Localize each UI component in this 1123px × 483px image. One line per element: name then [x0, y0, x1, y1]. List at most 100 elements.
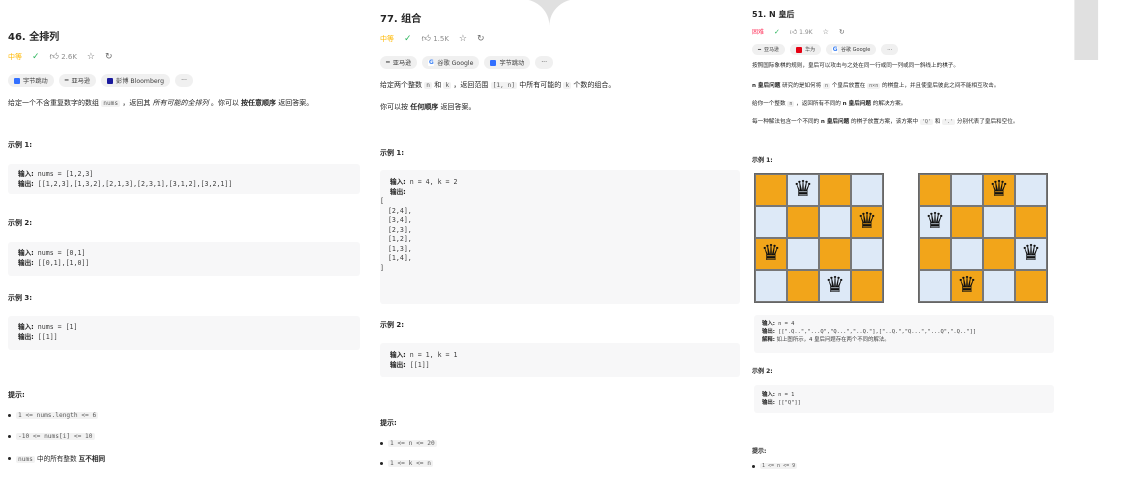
example-2-box: 输入: nums = [0,1] 输出: [[0,1],[1,0]]: [8, 242, 360, 276]
example-output: [["Q"]]: [774, 400, 801, 406]
input-label: 输入:: [18, 249, 34, 257]
inline-code: k: [443, 82, 452, 89]
bullet-dot: [380, 462, 383, 465]
board-square: [983, 238, 1015, 270]
board-square: [819, 174, 851, 206]
desc-text: 返回答案。: [438, 103, 476, 111]
explanation-label: 解释:: [762, 337, 775, 343]
inline-code: '.': [942, 119, 956, 125]
tag-google[interactable]: G 谷歌 Google: [826, 44, 877, 55]
problem-description-3: 给你一个整数 n ，返回所有不同的 n 皇后问题 的解决方案。: [752, 100, 1120, 109]
tag-amazon[interactable]: ━ 亚马逊: [58, 74, 97, 87]
thumbs-up-icon: 👍︎: [49, 52, 59, 62]
board-square: [851, 238, 883, 270]
example-input: n = 4, k = 2: [405, 178, 458, 186]
example-1-box: 输入: n = 4, k = 2 输出: [ [2,4], [3,4], [2,…: [380, 170, 740, 304]
desc-text: 返回答案。: [276, 99, 314, 107]
example-1-box: 输入: nums = [1,2,3] 输出: [[1,2,3],[1,3,2],…: [8, 164, 360, 194]
tag-amazon[interactable]: ━ 亚马逊: [380, 56, 418, 69]
desc-text: 。你可以: [208, 99, 242, 107]
like-count: 1.5K: [433, 35, 449, 43]
problem-description-2: 你可以按 任何顺序 返回答案。: [380, 101, 740, 113]
bullet-dot: [380, 442, 383, 445]
problem-description: 按照国际象棋的规则，皇后可以攻击与之处在同一行或同一列或同一斜线上的棋子。: [752, 63, 959, 69]
problem-meta: 困难 ✓ 👍︎ 1.9K ☆ ↻: [752, 27, 845, 37]
hint-text: 中的所有整数: [34, 455, 79, 463]
problem-title: 46. 全排列: [8, 32, 60, 43]
hint-item: 1 <= n <= 20: [380, 440, 437, 447]
tag-label: 谷歌 Google: [841, 47, 871, 53]
example-1-title: 示例 1:: [752, 157, 773, 164]
tag-label: 谷歌 Google: [437, 60, 474, 67]
bullet-dot: [752, 464, 755, 468]
difficulty-badge[interactable]: 中等: [8, 52, 22, 62]
bullet-dot: [8, 435, 11, 438]
difficulty-badge[interactable]: 中等: [380, 34, 394, 44]
tag-amazon[interactable]: ━ 亚马逊: [752, 44, 786, 55]
solved-check-icon: ✓: [774, 27, 780, 36]
tag-bytedance[interactable]: 字节跳动: [484, 56, 531, 69]
difficulty-badge[interactable]: 困难: [752, 27, 764, 36]
board-square: [919, 238, 951, 270]
share-icon[interactable]: ↻: [105, 52, 113, 62]
tag-huawei[interactable]: 华为: [790, 44, 822, 55]
example-input: nums = [1]: [33, 323, 78, 331]
output-label: 输出:: [18, 179, 34, 188]
star-icon[interactable]: ☆: [459, 34, 467, 44]
share-icon[interactable]: ↻: [839, 28, 845, 36]
amazon-icon: ━: [758, 46, 762, 53]
hint-item: 1 <= n <= 9: [752, 463, 798, 469]
hints-title: 提示:: [752, 448, 767, 455]
like-count: 1.9K: [799, 29, 813, 36]
example-1-title: 示例 1:: [8, 141, 33, 149]
tag-label: 华为: [805, 47, 816, 53]
tag-label: 彭博 Bloomberg: [116, 78, 165, 85]
board-square: [851, 174, 883, 206]
example-2-box: 输入: n = 1, k = 1 输出: [[1]]: [380, 343, 740, 377]
example-output: [[1,2,3],[1,3,2],[2,1,3],[2,3,1],[3,1,2]…: [33, 179, 233, 188]
more-tags-button[interactable]: ···: [175, 74, 193, 87]
hint-code: 1 <= nums.length <= 6: [16, 412, 99, 419]
output-label: 输出:: [18, 332, 34, 341]
desc-strong: 按任意顺序: [241, 99, 277, 107]
board-square: [851, 270, 883, 302]
inline-code: 'Q': [919, 119, 933, 125]
bullet-dot: [8, 414, 11, 417]
desc-text: 分别代表了皇后和空位。: [955, 119, 1019, 125]
board-square: [819, 206, 851, 238]
tag-bytedance[interactable]: 字节跳动: [8, 74, 54, 87]
more-tags-button[interactable]: ···: [881, 44, 899, 55]
tag-label: 字节跳动: [23, 78, 48, 85]
input-label: 输入:: [390, 178, 406, 186]
example-output: [ [2,4], [3,4], [2,3], [1,2], [1,3], [1,…: [380, 197, 412, 272]
queen-icon: ♛: [951, 270, 983, 302]
output-label: 输出:: [762, 400, 775, 406]
board-square: [787, 238, 819, 270]
thumbs-up-icon: 👍︎: [421, 34, 431, 44]
board-square: [787, 206, 819, 238]
desc-emphasis: 所有可能的全排列: [152, 99, 209, 107]
tag-bloomberg[interactable]: 彭博 Bloomberg: [101, 74, 171, 87]
share-icon[interactable]: ↻: [477, 34, 485, 44]
problem-title: 77. 组合: [380, 14, 422, 25]
hint-item: 1 <= k <= n: [380, 460, 433, 467]
desc-text: 给定一个不含重复数字的数组: [8, 99, 102, 107]
star-icon[interactable]: ☆: [823, 28, 829, 36]
tag-google[interactable]: G 谷歌 Google: [422, 56, 480, 69]
company-tags: ━ 亚马逊 G 谷歌 Google 字节跳动 ···: [380, 56, 554, 69]
more-tags-button[interactable]: ···: [535, 56, 554, 69]
example-output: [[0,1],[1,0]]: [33, 258, 90, 267]
board-square: [1015, 270, 1047, 302]
output-label: 输出:: [762, 329, 775, 335]
example-2-title: 示例 2:: [752, 368, 773, 375]
like-button[interactable]: 👍︎ 2.6K: [50, 52, 77, 62]
like-button[interactable]: 👍︎ 1.9K: [790, 27, 813, 36]
example-explanation: 如上图所示，4 皇后问题存在两个不同的解法。: [774, 337, 890, 343]
google-icon: G: [832, 45, 839, 53]
board-square: [1015, 174, 1047, 206]
like-button[interactable]: 👍︎ 1.5K: [422, 34, 449, 44]
hints-title: 提示:: [380, 419, 397, 427]
desc-text: 每一种解法包含一个不同的: [752, 119, 821, 125]
bytedance-icon: [490, 59, 497, 66]
star-icon[interactable]: ☆: [87, 52, 95, 62]
